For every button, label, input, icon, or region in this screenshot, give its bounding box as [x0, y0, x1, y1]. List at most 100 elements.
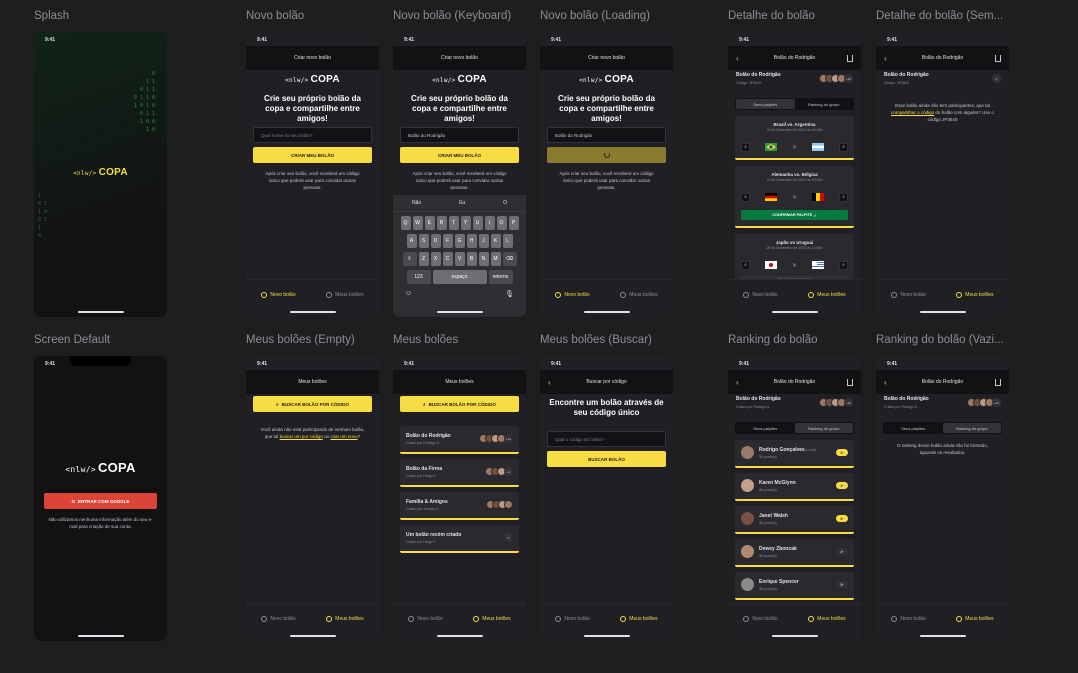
ranking-row: Enrique Spencer 36 ponto(s) 5º [735, 572, 854, 600]
back-icon[interactable]: ‹ [736, 378, 739, 387]
key-e[interactable]: E [424, 216, 435, 230]
tab-ranking[interactable]: Ranking do grupo [795, 99, 854, 109]
create-pool-button[interactable]: CRIAR MEU BOLÃO [400, 147, 519, 163]
suggestion[interactable]: Eu [459, 200, 465, 206]
key-a[interactable]: A [406, 234, 417, 248]
tab-novo-bolao[interactable]: Novo bolão [555, 291, 590, 298]
numbers-key[interactable]: 123 [406, 270, 431, 284]
key-y[interactable]: Y [460, 216, 471, 230]
key-j[interactable]: J [478, 234, 489, 248]
pool-name-input[interactable]: Qual nome do seu bolão? [253, 127, 372, 143]
tab-novo-bolao[interactable]: Novo bolão [555, 615, 590, 622]
search-icon: ⌕ [276, 401, 279, 407]
key-r[interactable]: R [436, 216, 447, 230]
google-login-button[interactable]: G ENTRAR COM GOOGLE [44, 493, 157, 509]
search-by-code-button[interactable]: ⌕ BUSCAR BOLÃO POR CÓDIGO [400, 396, 519, 412]
share-icon[interactable] [847, 378, 853, 386]
key-i[interactable]: I [484, 216, 495, 230]
tab-meus-boloes[interactable]: Meus bolões [620, 615, 658, 622]
header: ‹ Buscar por código [540, 370, 673, 394]
key-c[interactable]: C [442, 252, 453, 266]
belgium-flag-icon [811, 193, 824, 201]
microphone-icon[interactable]: 🎙︎ [505, 290, 514, 298]
key-q[interactable]: Q [400, 216, 411, 230]
pool-name-input[interactable]: Bolão do Rodrigão [547, 127, 666, 143]
search-link[interactable]: buscar um por código [280, 434, 323, 439]
key-f[interactable]: F [442, 234, 453, 248]
share-icon[interactable] [995, 54, 1001, 62]
key-s[interactable]: S [418, 234, 429, 248]
shift-key[interactable]: ⇧ [402, 252, 417, 266]
tab-seus-palpites[interactable]: Seus palpites [884, 423, 943, 433]
key-o[interactable]: O [496, 216, 507, 230]
key-x[interactable]: X [430, 252, 441, 266]
key-v[interactable]: V [454, 252, 465, 266]
emoji-icon[interactable]: ☺ [405, 290, 412, 298]
pool-name-input[interactable]: Bolão do Rodrigão [400, 127, 519, 143]
tab-meus-boloes[interactable]: Meus bolões [956, 291, 994, 298]
key-h[interactable]: H [466, 234, 477, 248]
tab-meus-boloes[interactable]: Meus bolões [956, 615, 994, 622]
score-input[interactable]: 0 [741, 192, 750, 202]
key-l[interactable]: L [502, 234, 513, 248]
create-link[interactable]: criar um novo [330, 434, 357, 439]
tab-novo-bolao[interactable]: Novo bolão [743, 615, 778, 622]
tab-novo-bolao[interactable]: Novo bolão [891, 291, 926, 298]
suggestion[interactable]: O [503, 200, 507, 206]
key-w[interactable]: W [412, 216, 423, 230]
tab-meus-boloes[interactable]: Meus bolões [473, 615, 511, 622]
soccer-ball-icon [620, 291, 627, 298]
tab-ranking[interactable]: Ranking do grupo [942, 423, 1001, 433]
search-pool-button[interactable]: BUSCAR BOLÃO [547, 451, 666, 467]
back-icon[interactable]: ‹ [884, 378, 887, 387]
code-input[interactable]: Qual o código do bolão? [547, 431, 666, 447]
score-input[interactable]: 0 [838, 142, 848, 152]
tab-meus-boloes[interactable]: Meus bolões [326, 291, 364, 298]
tab-meus-boloes[interactable]: Meus bolões [620, 291, 658, 298]
backspace-key[interactable]: ⌫ [502, 252, 517, 266]
suggestion[interactable]: Não [412, 200, 421, 206]
tab-meus-boloes[interactable]: Meus bolões [808, 291, 846, 298]
share-icon[interactable] [847, 54, 853, 62]
key-d[interactable]: D [430, 234, 441, 248]
key-p[interactable]: P [508, 216, 519, 230]
create-pool-button[interactable]: CRIAR MEU BOLÃO [253, 147, 372, 163]
back-icon[interactable]: ‹ [548, 378, 551, 387]
share-icon[interactable] [995, 378, 1001, 386]
tab-novo-bolao[interactable]: Novo bolão [261, 615, 296, 622]
key-m[interactable]: M [490, 252, 501, 266]
space-key[interactable]: espaço [432, 270, 487, 284]
tab-seus-palpites[interactable]: Seus palpites [736, 99, 795, 109]
key-g[interactable]: G [454, 234, 465, 248]
pool-card[interactable]: Um bolão recém criado Criado por Diego F.… [400, 525, 519, 553]
tab-seus-palpites[interactable]: Seus palpites [736, 423, 795, 433]
return-key[interactable]: retorno [488, 270, 513, 284]
search-by-code-button[interactable]: ⌕ BUSCAR BOLÃO POR CÓDIGO [253, 396, 372, 412]
pool-card[interactable]: Família & Amigos Criado por Joseph O. [400, 492, 519, 520]
key-b[interactable]: B [466, 252, 477, 266]
confirm-guess-button[interactable]: CONFIRMAR PALPITE ✓ [741, 210, 848, 220]
tab-novo-bolao[interactable]: Novo bolão [408, 615, 443, 622]
key-t[interactable]: T [448, 216, 459, 230]
tab-novo-bolao[interactable]: Novo bolão [261, 291, 296, 298]
key-u[interactable]: U [472, 216, 483, 230]
score-input[interactable]: 0 [838, 192, 848, 202]
score-input[interactable]: 0 [741, 260, 750, 270]
back-icon[interactable]: ‹ [884, 54, 887, 63]
tab-novo-bolao[interactable]: Novo bolão [743, 291, 778, 298]
participant-count: 0 [992, 74, 1001, 83]
tab-ranking[interactable]: Ranking do grupo [794, 423, 853, 433]
tab-novo-bolao[interactable]: Novo bolão [891, 615, 926, 622]
score-input[interactable]: 0 [838, 260, 848, 270]
tab-meus-boloes[interactable]: Meus bolões [326, 615, 364, 622]
key-k[interactable]: K [490, 234, 501, 248]
share-code-link[interactable]: compartilhar o código [891, 110, 934, 115]
pool-card[interactable]: Bolão da Firma Criado por Diego F. +2 [400, 459, 519, 487]
pool-card[interactable]: Bolão do Rodrigão Criado por Rodrigo G. +1… [400, 426, 519, 454]
create-pool-button-loading[interactable] [547, 147, 666, 163]
tab-meus-boloes[interactable]: Meus bolões [808, 615, 846, 622]
key-z[interactable]: Z [418, 252, 429, 266]
score-input[interactable]: 2 [741, 142, 750, 152]
key-n[interactable]: N [478, 252, 489, 266]
back-icon[interactable]: ‹ [736, 54, 739, 63]
